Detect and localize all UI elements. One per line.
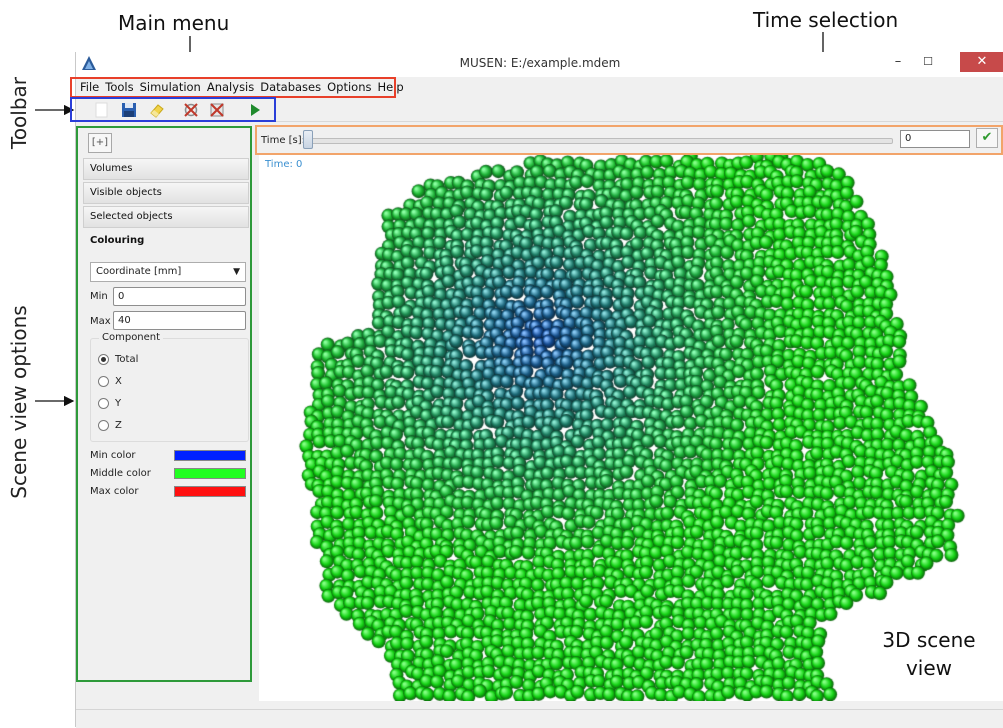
time-overlay: Time: 0 xyxy=(265,159,303,170)
section-selected-objects[interactable]: Selected objects xyxy=(83,206,249,228)
section-volumes[interactable]: Volumes xyxy=(83,158,249,180)
save-icon[interactable] xyxy=(120,101,138,119)
clear-all-icon[interactable] xyxy=(208,101,226,119)
main-menu: File Tools Simulation Analysis Databases Opti… xyxy=(76,78,1003,98)
radio-checked-icon xyxy=(98,353,109,365)
max-field[interactable]: 40 xyxy=(113,311,246,330)
radio-unchecked-icon xyxy=(98,419,109,431)
window-title: MUSEN: E:/example.mdem xyxy=(459,56,621,70)
component-y-radio[interactable]: Y xyxy=(98,397,121,411)
section-visible-objects[interactable]: Visible objects xyxy=(83,182,249,204)
particle-cloud xyxy=(259,154,1003,701)
section-colouring[interactable]: Colouring xyxy=(83,230,249,252)
toolbar xyxy=(76,99,1003,122)
eraser-icon[interactable] xyxy=(148,101,166,119)
coloring-mode-value: Coordinate [mm] xyxy=(96,266,182,277)
time-selection-bar: Time [s]: 0 ✔ xyxy=(257,126,1003,154)
component-title: Component xyxy=(99,332,164,343)
menu-simulation[interactable]: Simulation xyxy=(136,78,203,94)
middle-color-label: Middle color xyxy=(90,468,151,479)
time-slider-handle[interactable] xyxy=(303,130,313,149)
checkmark-icon: ✔ xyxy=(981,130,993,145)
min-label: Min xyxy=(90,291,108,302)
maximize-button[interactable]: ☐ xyxy=(914,52,942,72)
clear-results-icon[interactable] xyxy=(182,101,200,119)
component-group: Component Total X Y Z xyxy=(90,332,249,442)
title-bar: MUSEN: E:/example.mdem – ☐ ✕ xyxy=(76,52,1003,77)
component-y-label: Y xyxy=(115,398,122,409)
component-total-label: Total xyxy=(115,354,139,365)
menu-help[interactable]: Help xyxy=(374,78,406,94)
min-color-swatch[interactable] xyxy=(174,450,246,461)
minimize-button[interactable]: – xyxy=(884,52,912,72)
min-color-label: Min color xyxy=(90,450,136,461)
radio-unchecked-icon xyxy=(98,375,109,387)
component-z-label: Z xyxy=(115,420,122,431)
menu-analysis[interactable]: Analysis xyxy=(203,78,256,94)
fit-view-button[interactable]: [+] xyxy=(88,133,112,153)
menu-file[interactable]: File xyxy=(76,78,101,94)
scene-view-annotation: 3D scene view xyxy=(874,626,984,682)
radio-unchecked-icon xyxy=(98,397,109,409)
apply-time-button[interactable]: ✔ xyxy=(976,128,998,148)
scene-view-options-panel: [+] Volumes Visible objects Selected obj… xyxy=(80,128,252,726)
scene-viewport[interactable]: Time: 0 xyxy=(259,154,1003,701)
max-color-swatch[interactable] xyxy=(174,486,246,497)
close-button[interactable]: ✕ xyxy=(960,52,1003,72)
component-x-radio[interactable]: X xyxy=(98,375,122,389)
menu-tools[interactable]: Tools xyxy=(101,78,135,94)
middle-color-swatch[interactable] xyxy=(174,468,246,479)
time-slider-track[interactable] xyxy=(303,138,893,144)
play-icon[interactable] xyxy=(246,101,264,119)
coloring-mode-select[interactable]: Coordinate [mm] ▼ xyxy=(90,262,246,282)
new-file-icon[interactable] xyxy=(93,101,111,119)
component-total-radio[interactable]: Total xyxy=(98,353,138,367)
status-bar xyxy=(76,709,1003,728)
chevron-down-icon: ▼ xyxy=(233,267,240,277)
app-window: MUSEN: E:/example.mdem – ☐ ✕ File Tools Si… xyxy=(75,52,1003,728)
max-color-label: Max color xyxy=(90,486,139,497)
time-label: Time [s]: xyxy=(261,135,306,146)
max-label: Max xyxy=(90,316,111,327)
menu-databases[interactable]: Databases xyxy=(256,78,323,94)
component-x-label: X xyxy=(115,376,122,387)
component-z-radio[interactable]: Z xyxy=(98,419,122,433)
scene-view-annotation-line1: 3D scene xyxy=(882,628,976,652)
scene-view-annotation-line2: view xyxy=(905,656,953,680)
min-field[interactable]: 0 xyxy=(113,287,246,306)
menu-options[interactable]: Options xyxy=(323,78,373,94)
time-input[interactable]: 0 xyxy=(900,130,970,148)
